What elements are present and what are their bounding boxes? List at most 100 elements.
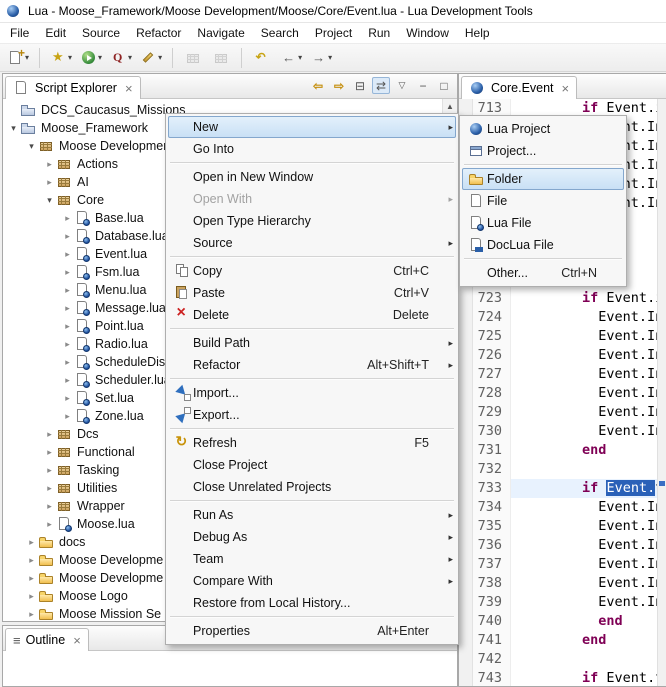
menu-item-open-type-hierarchy[interactable]: Open Type Hierarchy (168, 210, 456, 232)
close-icon[interactable]: × (562, 82, 570, 95)
forward-history-icon[interactable]: ⇨ (330, 77, 348, 94)
expand-arrow-icon[interactable]: ▸ (61, 339, 74, 350)
dropdown-caret-icon[interactable]: ▾ (328, 53, 332, 62)
expand-arrow-icon[interactable]: ▸ (61, 267, 74, 278)
code-line-743[interactable]: 743 if Event.target then (473, 669, 657, 686)
menu-item-paste[interactable]: PasteCtrl+V (168, 282, 456, 304)
expand-arrow-icon[interactable]: ▸ (61, 393, 74, 404)
expand-arrow-icon[interactable]: ▸ (43, 429, 56, 440)
code-line-736[interactable]: 736 Event.IniUnitName = Event.IniDCSUnit… (473, 536, 657, 555)
dropdown-caret-icon[interactable]: ▾ (298, 53, 302, 62)
menu-item-import[interactable]: Import... (168, 382, 456, 404)
code-line-731[interactable]: 731 end (473, 441, 657, 460)
scroll-up-icon[interactable]: ▲ (443, 99, 457, 114)
code-line-732[interactable]: 732 (473, 460, 657, 479)
run-button[interactable]: ▾ (77, 46, 105, 69)
expand-arrow-icon[interactable]: ▸ (61, 321, 74, 332)
expand-arrow-icon[interactable]: ▸ (61, 249, 74, 260)
menu-navigate[interactable]: Navigate (189, 24, 252, 42)
code-line-738[interactable]: 738 Event.IniDCSGroup = Event.IniDCSUnit… (473, 574, 657, 593)
code-line-726[interactable]: 726 Event.IniUnitName = Event.IniDCSUnit… (473, 346, 657, 365)
code-line-733[interactable]: 733 if Event.target then (473, 479, 657, 498)
expand-arrow-icon[interactable]: ▸ (43, 483, 56, 494)
selection-marker[interactable] (659, 481, 665, 486)
code-line-724[interactable]: 724 Event.IniDCSUnit = Event.initiator (473, 308, 657, 327)
code-line-725[interactable]: 725 Event.IniDCSUnitName = Event.IniDCSU… (473, 327, 657, 346)
dropdown-caret-icon[interactable]: ▾ (158, 53, 162, 62)
dropdown-caret-icon[interactable]: ▾ (25, 53, 29, 62)
menu-item-close-unrelated-projects[interactable]: Close Unrelated Projects (168, 476, 456, 498)
menu-item-go-into[interactable]: Go Into (168, 138, 456, 160)
expand-arrow-icon[interactable]: ▸ (25, 591, 38, 602)
expand-arrow-icon[interactable]: ▸ (61, 303, 74, 314)
menu-item-lua-file[interactable]: Lua File (462, 212, 624, 234)
menu-item-file[interactable]: File (462, 190, 624, 212)
menu-item-compare-with[interactable]: Compare With▸ (168, 570, 456, 592)
menu-item-copy[interactable]: CopyCtrl+C (168, 260, 456, 282)
view-menu-icon[interactable]: ▽ (393, 77, 411, 94)
menu-item-debug-as[interactable]: Debug As▸ (168, 526, 456, 548)
close-icon[interactable]: × (73, 634, 81, 647)
expand-arrow-icon[interactable]: ▸ (43, 465, 56, 476)
expand-arrow-icon[interactable]: ▸ (25, 609, 38, 620)
code-line-734[interactable]: 734 Event.IniDCSUnit = Event.target (473, 498, 657, 517)
expand-arrow-icon[interactable]: ▸ (43, 519, 56, 530)
overview-ruler[interactable] (657, 99, 666, 686)
dropdown-caret-icon[interactable]: ▾ (128, 53, 132, 62)
forward-button[interactable]: ▾ (307, 46, 335, 69)
menu-item-close-project[interactable]: Close Project (168, 454, 456, 476)
menu-item-folder[interactable]: Folder (462, 168, 624, 190)
menu-item-open-in-new-window[interactable]: Open in New Window (168, 166, 456, 188)
expand-arrow-icon[interactable]: ▸ (43, 177, 56, 188)
expand-arrow-icon[interactable]: ▾ (7, 123, 20, 134)
close-icon[interactable]: × (125, 82, 133, 95)
dropdown-caret-icon[interactable]: ▾ (98, 53, 102, 62)
menu-item-other[interactable]: Other...Ctrl+N (462, 262, 624, 284)
menu-item-refactor[interactable]: RefactorAlt+Shift+T▸ (168, 354, 456, 376)
expand-arrow-icon[interactable]: ▸ (61, 213, 74, 224)
menu-item-project[interactable]: Project... (462, 140, 624, 162)
code-line-728[interactable]: 728 Event.IniDCSGroup = Event.IniDCSUnit… (473, 384, 657, 403)
expand-arrow-icon[interactable]: ▸ (61, 375, 74, 386)
tab-script-explorer[interactable]: Script Explorer × (5, 76, 141, 99)
code-line-741[interactable]: 741 end (473, 631, 657, 650)
code-line-727[interactable]: 727 Event.IniUnit = UNIT:FindByName( Eve… (473, 365, 657, 384)
link-with-editor-icon[interactable]: ⇄ (372, 77, 390, 94)
expand-arrow-icon[interactable]: ▾ (25, 141, 38, 152)
expand-arrow-icon[interactable]: ▸ (25, 573, 38, 584)
menu-item-delete[interactable]: DeleteDelete (168, 304, 456, 326)
expand-arrow-icon[interactable]: ▸ (43, 501, 56, 512)
back-history-icon[interactable]: ⇦ (309, 77, 327, 94)
expand-arrow-icon[interactable]: ▸ (61, 285, 74, 296)
menu-refactor[interactable]: Refactor (128, 24, 189, 42)
new-wizard-button[interactable]: ▾ (4, 46, 32, 69)
tab-core-event[interactable]: Core.Event × (461, 76, 577, 99)
expand-arrow-icon[interactable]: ▸ (43, 447, 56, 458)
menu-item-build-path[interactable]: Build Path▸ (168, 332, 456, 354)
expand-arrow-icon[interactable]: ▸ (61, 357, 74, 368)
debug-button[interactable]: ▾ (47, 46, 75, 69)
expand-arrow-icon[interactable]: ▸ (61, 411, 74, 422)
menu-item-lua-project[interactable]: Lua Project (462, 118, 624, 140)
expand-arrow-icon[interactable]: ▾ (43, 195, 56, 206)
menu-file[interactable]: File (2, 24, 37, 42)
code-line-742[interactable]: 742 (473, 650, 657, 669)
expand-arrow-icon[interactable]: ▸ (61, 231, 74, 242)
last-edit-location-button[interactable] (249, 46, 275, 69)
back-button[interactable]: ▾ (277, 46, 305, 69)
external-tools-button[interactable]: ▾ (137, 46, 165, 69)
menu-source[interactable]: Source (74, 24, 128, 42)
expand-arrow-icon[interactable]: ▸ (25, 537, 38, 548)
menu-edit[interactable]: Edit (37, 24, 74, 42)
menu-item-properties[interactable]: PropertiesAlt+Enter (168, 620, 456, 642)
menu-item-team[interactable]: Team▸ (168, 548, 456, 570)
dropdown-caret-icon[interactable]: ▾ (68, 53, 72, 62)
menu-help[interactable]: Help (457, 24, 498, 42)
code-line-740[interactable]: 740 end (473, 612, 657, 631)
menu-window[interactable]: Window (398, 24, 457, 42)
menu-project[interactable]: Project (307, 24, 360, 42)
menu-item-refresh[interactable]: RefreshF5 (168, 432, 456, 454)
code-line-735[interactable]: 735 Event.IniDCSUnitName = Event.IniDCSU… (473, 517, 657, 536)
menu-search[interactable]: Search (253, 24, 307, 42)
profile-button[interactable]: ▾ (107, 46, 135, 69)
